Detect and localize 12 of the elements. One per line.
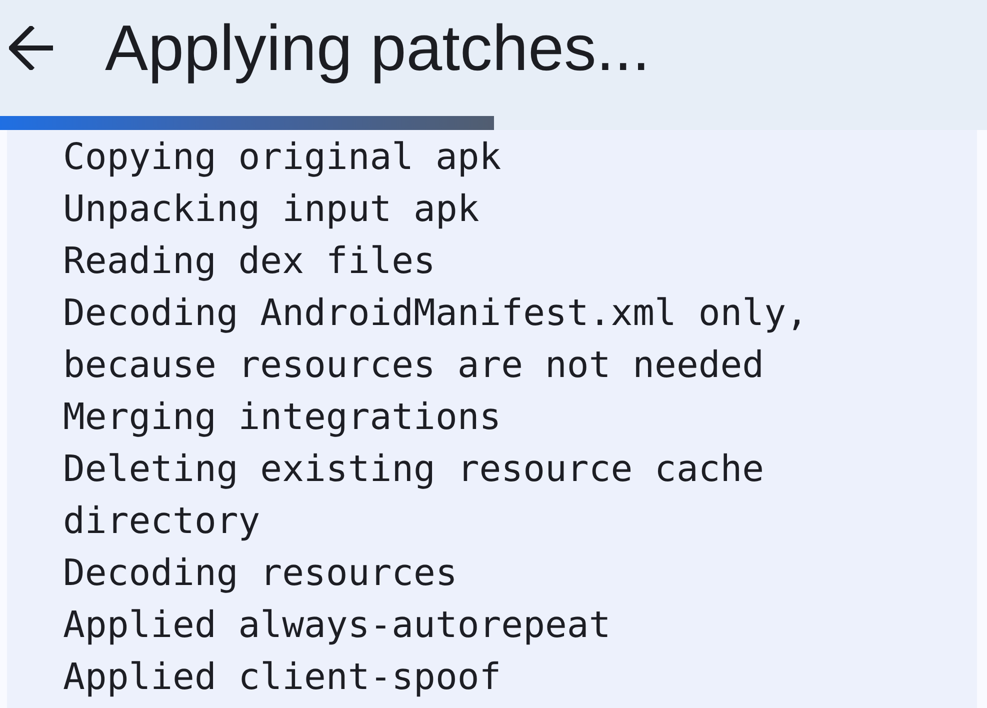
log-line: Copying original apk bbox=[63, 134, 502, 180]
log-line: Applied client-spoof bbox=[63, 654, 502, 700]
back-button[interactable] bbox=[9, 26, 53, 70]
page-title: Applying patches... bbox=[105, 11, 650, 85]
log-line: Decoding AndroidManifest.xml only, because resources are not needed bbox=[63, 290, 809, 388]
back-arrow-icon bbox=[9, 26, 53, 70]
log-line: Deleting existing resource cache directory bbox=[63, 446, 766, 544]
log-line: Unpacking input apk bbox=[63, 186, 480, 232]
log-line: Decoding resources bbox=[63, 550, 458, 596]
log-line: Applied always-autorepeat bbox=[63, 602, 612, 648]
log-line: Reading dex files bbox=[63, 238, 436, 284]
log-line: Merging integrations bbox=[63, 394, 502, 440]
